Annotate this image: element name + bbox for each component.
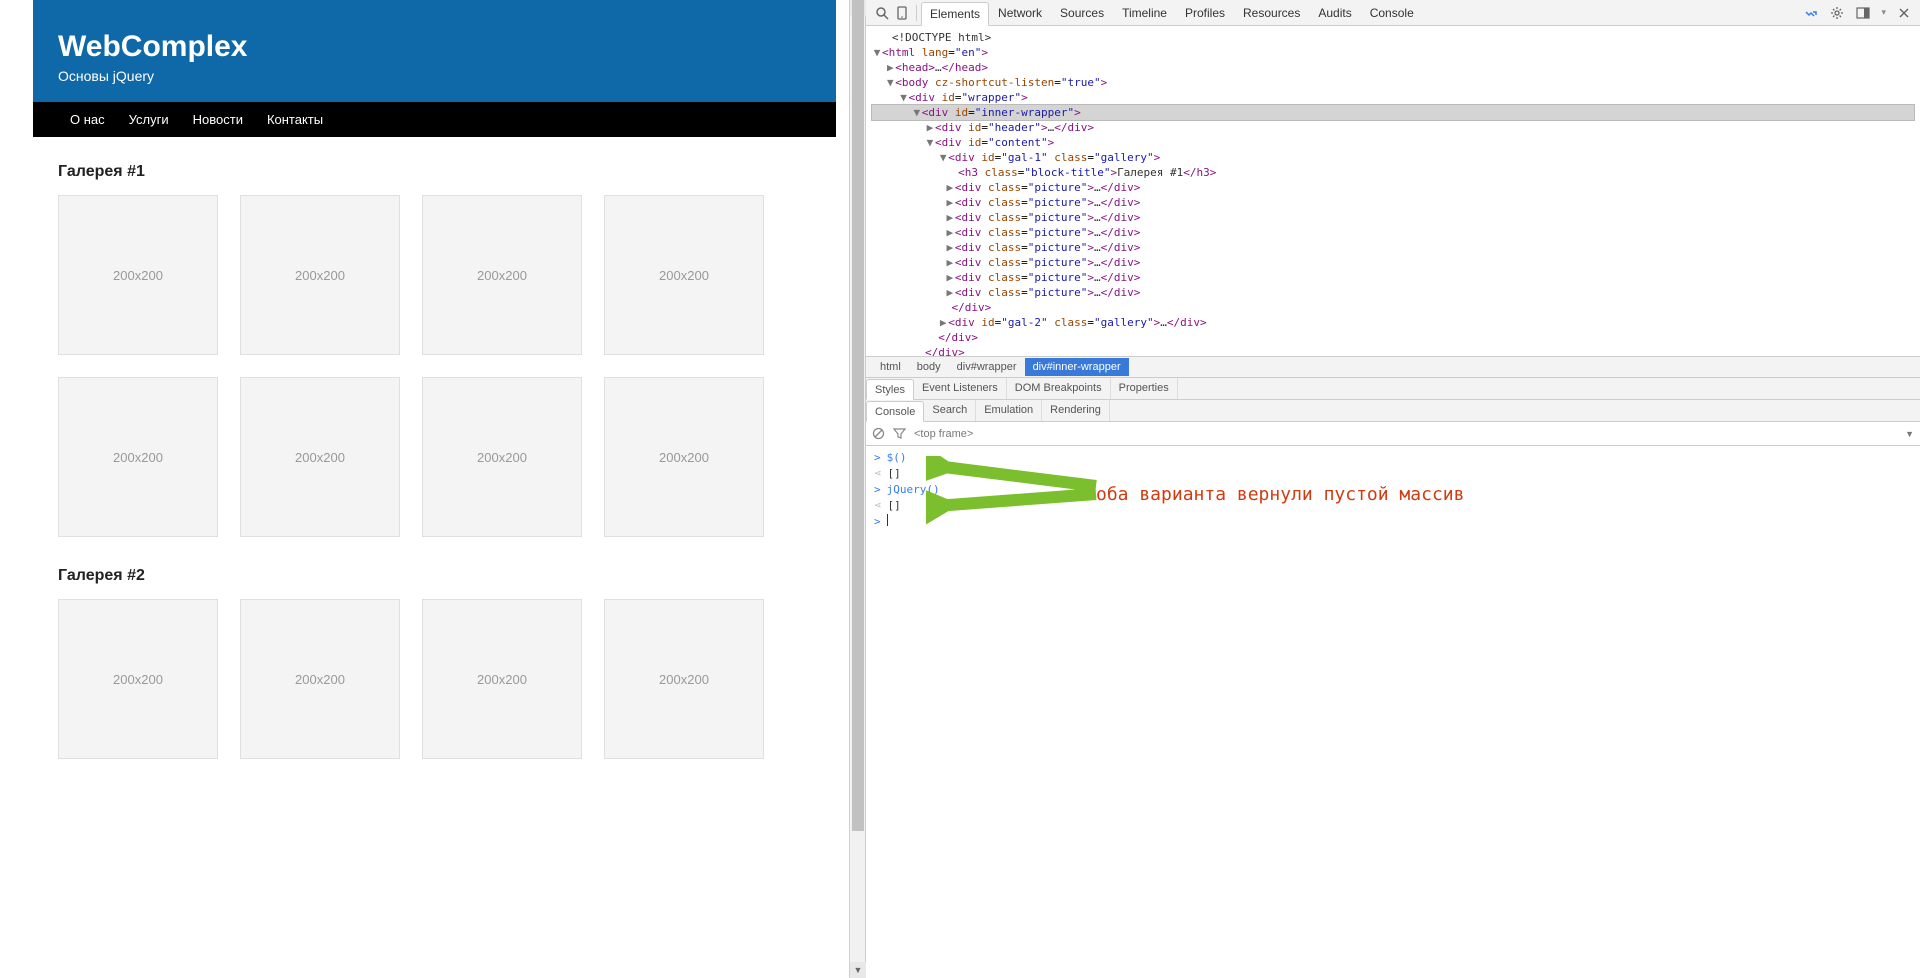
devtools-main-tabs: Elements Network Sources Timeline Profil…	[921, 1, 1423, 25]
tab-network[interactable]: Network	[989, 1, 1051, 25]
page-subtitle: Основы jQuery	[58, 68, 811, 84]
gallery-1: 200x200200x200200x200200x200200x200200x2…	[58, 195, 811, 537]
gallery-2-title: Галерея #2	[58, 567, 811, 585]
console-cmd-2: jQuery()	[887, 482, 940, 498]
crumb-html[interactable]: html	[872, 358, 909, 376]
gallery-picture: 200x200	[422, 377, 582, 537]
gallery-picture: 200x200	[240, 377, 400, 537]
tab-audits[interactable]: Audits	[1309, 1, 1360, 25]
styles-tabs: Styles Event Listeners DOM Breakpoints P…	[866, 378, 1920, 400]
dom-selected-node[interactable]: ▼<div id="inner-wrapper">	[872, 105, 1914, 120]
page-title: WebComplex	[58, 30, 811, 64]
dock-side-icon[interactable]	[1853, 3, 1873, 23]
dock-menu-chevron[interactable]: ▾	[1879, 7, 1888, 18]
filter-icon[interactable]	[893, 427, 906, 440]
devtools-panel: Elements Network Sources Timeline Profil…	[865, 0, 1920, 978]
gallery-picture: 200x200	[604, 599, 764, 759]
webpage-viewport: WebComplex Основы jQuery О нас Услуги Но…	[0, 0, 849, 978]
elements-breadcrumb: html body div#wrapper div#inner-wrapper	[866, 356, 1920, 378]
page-nav: О нас Услуги Новости Контакты	[33, 102, 836, 137]
nav-item-news[interactable]: Новости	[181, 102, 255, 137]
tab-profiles[interactable]: Profiles	[1176, 1, 1234, 25]
tab-resources[interactable]: Resources	[1234, 1, 1309, 25]
subtab-event-listeners[interactable]: Event Listeners	[914, 378, 1007, 399]
crumb-inner-wrapper[interactable]: div#inner-wrapper	[1025, 358, 1129, 376]
page-scrollbar[interactable]: ▲ ▼	[849, 0, 865, 978]
drawer-tab-search[interactable]: Search	[924, 400, 976, 421]
console-cursor[interactable]	[887, 514, 888, 526]
drawer-toggle-icon[interactable]	[1801, 3, 1821, 23]
close-devtools-icon[interactable]	[1894, 3, 1914, 23]
frame-dropdown-chevron[interactable]: ▼	[1905, 429, 1914, 439]
page-header: WebComplex Основы jQuery	[33, 0, 836, 102]
inspect-icon[interactable]	[872, 3, 892, 23]
device-mode-icon[interactable]	[892, 3, 912, 23]
console-toolbar: <top frame> ▼	[866, 422, 1920, 446]
gallery-picture: 200x200	[58, 195, 218, 355]
gallery-picture: 200x200	[58, 599, 218, 759]
page-wrapper: WebComplex Основы jQuery О нас Услуги Но…	[33, 0, 836, 815]
gallery-picture: 200x200	[240, 195, 400, 355]
crumb-body[interactable]: body	[909, 358, 949, 376]
dom-doctype: <!DOCTYPE html>	[892, 31, 991, 44]
scroll-down-arrow[interactable]: ▼	[850, 962, 866, 978]
subtab-styles[interactable]: Styles	[866, 379, 914, 400]
drawer-tab-emulation[interactable]: Emulation	[976, 400, 1042, 421]
elements-dom-tree[interactable]: <!DOCTYPE html> ▼<html lang="en"> ▶<head…	[866, 26, 1920, 356]
crumb-wrapper[interactable]: div#wrapper	[949, 358, 1025, 376]
nav-item-contacts[interactable]: Контакты	[255, 102, 335, 137]
gallery-picture: 200x200	[58, 377, 218, 537]
toolbar-separator	[916, 5, 917, 21]
tab-elements[interactable]: Elements	[921, 2, 989, 26]
gallery-1-title: Галерея #1	[58, 163, 811, 181]
devtools-toolbar: Elements Network Sources Timeline Profil…	[866, 0, 1920, 26]
console-res-1: []	[888, 466, 901, 482]
nav-item-about[interactable]: О нас	[58, 102, 117, 137]
gallery-picture: 200x200	[604, 377, 764, 537]
console-res-2: []	[888, 498, 901, 514]
tab-console[interactable]: Console	[1361, 1, 1423, 25]
gallery-picture: 200x200	[422, 195, 582, 355]
nav-item-services[interactable]: Услуги	[117, 102, 181, 137]
scroll-thumb[interactable]	[852, 0, 864, 831]
page-content: Галерея #1 200x200200x200200x200200x2002…	[33, 137, 836, 815]
tab-timeline[interactable]: Timeline	[1113, 1, 1176, 25]
tab-sources[interactable]: Sources	[1051, 1, 1113, 25]
drawer-tabs: Console Search Emulation Rendering	[866, 400, 1920, 422]
gallery-picture: 200x200	[604, 195, 764, 355]
settings-gear-icon[interactable]	[1827, 3, 1847, 23]
console-cmd-1: $()	[887, 450, 907, 466]
drawer-tab-console[interactable]: Console	[866, 401, 924, 422]
subtab-dom-breakpoints[interactable]: DOM Breakpoints	[1007, 378, 1111, 399]
console-frame-selector[interactable]: <top frame>	[914, 428, 973, 440]
gallery-picture: 200x200	[240, 599, 400, 759]
gallery-2: 200x200200x200200x200200x200	[58, 599, 811, 759]
clear-console-icon[interactable]	[872, 427, 885, 440]
gallery-picture: 200x200	[422, 599, 582, 759]
subtab-properties[interactable]: Properties	[1111, 378, 1178, 399]
drawer-tab-rendering[interactable]: Rendering	[1042, 400, 1110, 421]
console-body[interactable]: >$() ⋖[] >jQuery() ⋖[] > оба варианта ве…	[866, 446, 1920, 978]
